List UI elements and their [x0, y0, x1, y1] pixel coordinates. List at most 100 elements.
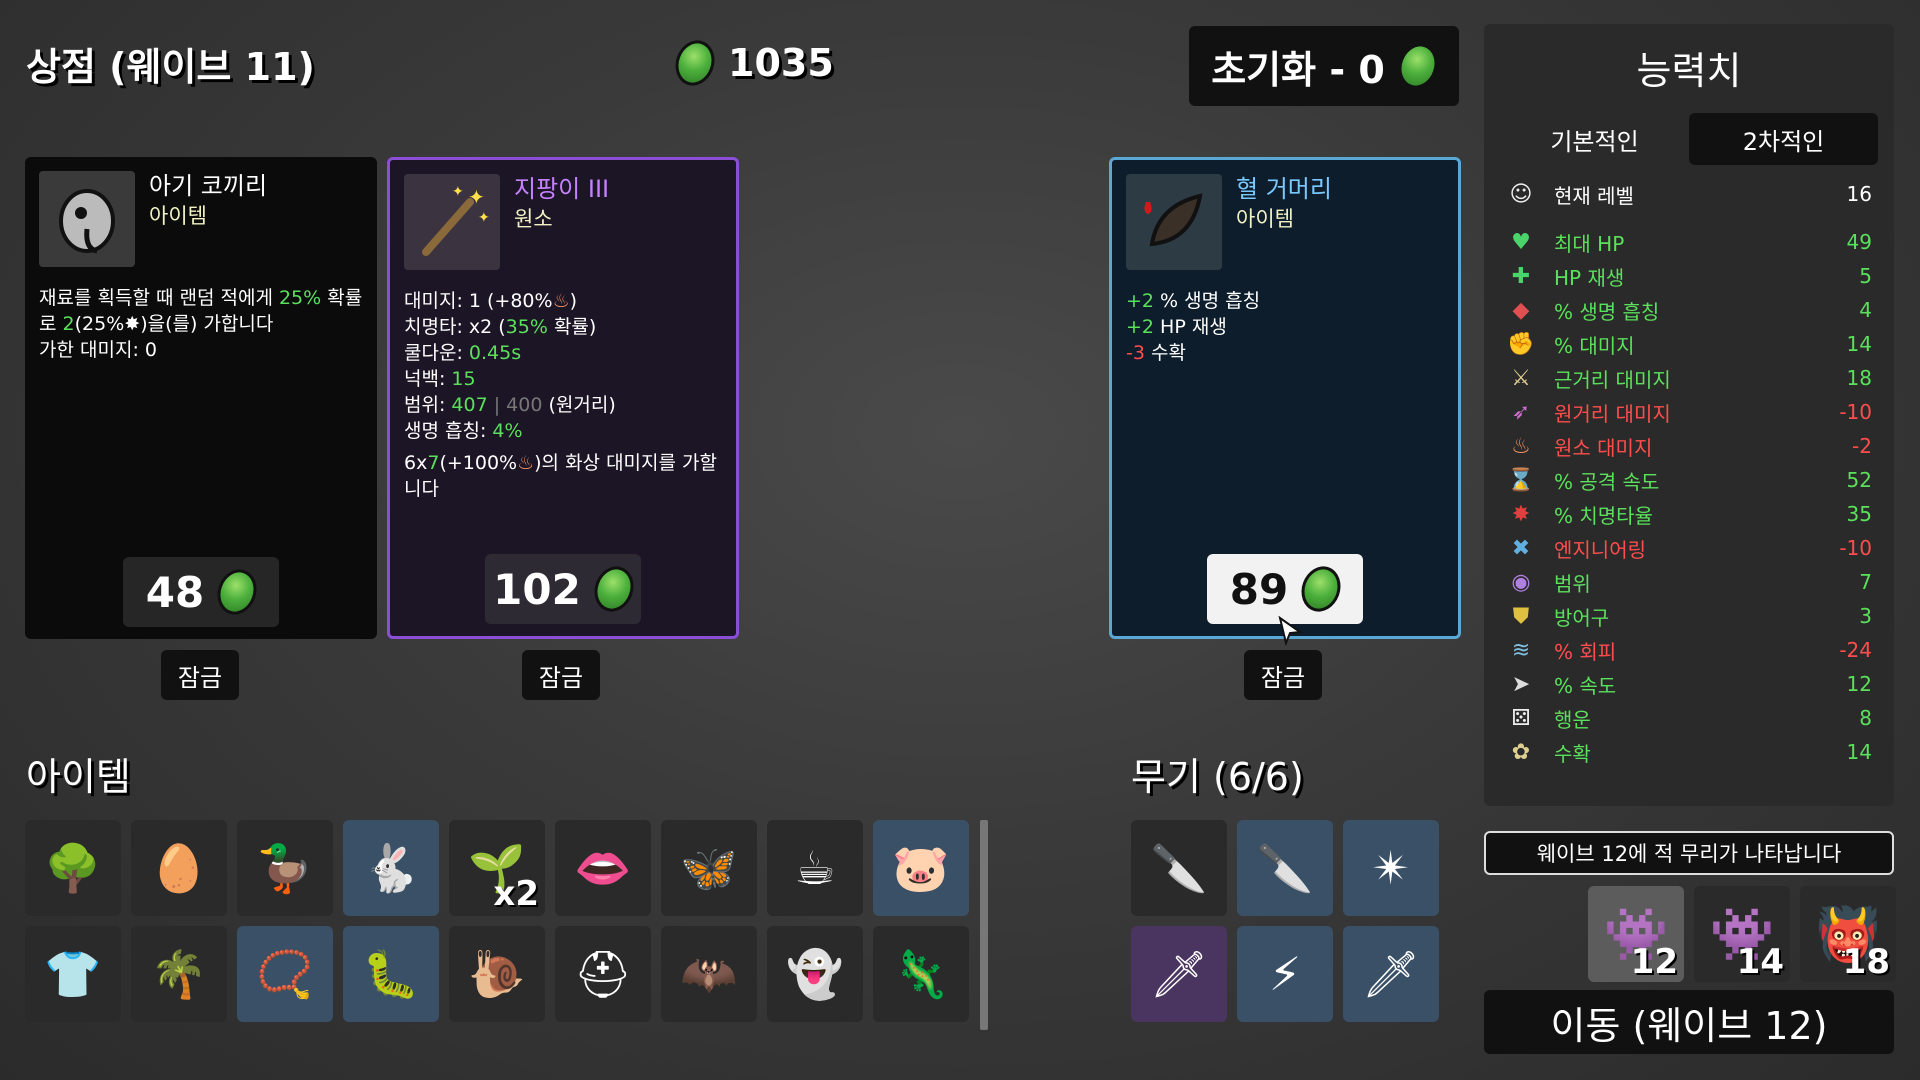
items-grid: 🌳 🥚 🦆 🐇 🌱 x2 👄 🦋 ☕ 🐷 👕 🌴 📿 🐛 🐌 ⛑ 🦇 👻 🦎: [25, 820, 969, 1022]
card-name: 지팡이 III: [514, 175, 610, 203]
items-scrollbar[interactable]: [980, 820, 988, 1030]
price-button[interactable]: 48: [123, 557, 279, 627]
reroll-button[interactable]: 초기화 - 0: [1189, 26, 1459, 106]
stat-name: 방어구: [1554, 605, 1610, 630]
stat-row[interactable]: ♥ 최대 HP 49: [1484, 225, 1894, 259]
item-slot[interactable]: 🦆: [237, 820, 333, 916]
knife-icon: 🗡: [1361, 946, 1421, 1001]
item-slot[interactable]: ☕: [767, 820, 863, 916]
tab-primary-stats[interactable]: 기본적인: [1500, 113, 1689, 165]
stat-name: % 공격 속도: [1554, 469, 1660, 494]
stat-row[interactable]: ➤ % 속도 12: [1484, 667, 1894, 701]
knife-icon: 🗡: [1149, 946, 1209, 1001]
item-slot[interactable]: 🌳: [25, 820, 121, 916]
stat-row[interactable]: ✿ 수확 14: [1484, 735, 1894, 769]
item-slot[interactable]: ⛑: [555, 926, 651, 1022]
stat-value: 8: [1859, 706, 1872, 730]
stat-value: -24: [1839, 638, 1872, 662]
shop-title: 상점 (웨이브 11): [26, 45, 315, 89]
item-slot[interactable]: 👕: [25, 926, 121, 1022]
stat-row-level[interactable]: ☺ 현재 레벨 16: [1484, 177, 1894, 211]
card-name: 혈 거머리: [1236, 175, 1332, 203]
stat-row[interactable]: ✚ HP 재생 5: [1484, 259, 1894, 293]
stat-row[interactable]: ✊ % 대미지 14: [1484, 327, 1894, 361]
item-slot[interactable]: 🦎: [873, 926, 969, 1022]
price-button[interactable]: 102: [485, 554, 641, 624]
blood-leech-icon: [1126, 174, 1222, 270]
stat-row[interactable]: ◉ 범위 7: [1484, 565, 1894, 599]
stat-name: 현재 레벨: [1554, 183, 1634, 208]
damage-icon: ✊: [1507, 331, 1535, 357]
price-button[interactable]: 89: [1207, 554, 1363, 624]
item-slot[interactable]: 🐛: [343, 926, 439, 1022]
weapon-slot[interactable]: 🗡: [1131, 926, 1227, 1022]
svg-text:✦: ✦: [468, 185, 485, 209]
stats-panel: 능력치 기본적인 2차적인 ☺ 현재 레벨 16 ♥ 최대 HP 49 ✚ HP 재생 5…: [1484, 24, 1894, 806]
item-slot[interactable]: 🐌: [449, 926, 545, 1022]
item-slot[interactable]: 👻: [767, 926, 863, 1022]
shop-card-blood-leech[interactable]: 혈 거머리 아이템 +2 % 생명 흡칭 +2 HP 재생 -3 수확 89: [1109, 157, 1461, 646]
stat-row[interactable]: ✸ % 치명타율 35: [1484, 497, 1894, 531]
wand-icon: ✦ ✦ ✦: [404, 174, 500, 270]
stat-value: 35: [1846, 502, 1872, 526]
stat-row[interactable]: ⚄ 행운 8: [1484, 701, 1894, 735]
enemy-preview[interactable]: 👹 18: [1800, 886, 1896, 982]
stat-name: 엔지니어링: [1554, 537, 1646, 562]
speed-icon: ➤: [1511, 671, 1531, 697]
weapon-slot[interactable]: ✴: [1343, 820, 1439, 916]
bat-icon: 🦇: [680, 946, 738, 1001]
lightning-sword-icon: ⚡: [1268, 947, 1302, 1001]
egg-face-icon: 🥚: [150, 840, 208, 895]
stat-name: 범위: [1554, 571, 1591, 596]
weapon-slot[interactable]: ⚡: [1237, 926, 1333, 1022]
stat-value: -10: [1839, 400, 1872, 424]
luck-icon: ⚄: [1511, 705, 1531, 731]
stat-row[interactable]: ≋ % 회피 -24: [1484, 633, 1894, 667]
weapon-slot[interactable]: 🔪: [1237, 820, 1333, 916]
item-slot[interactable]: 🦇: [661, 926, 757, 1022]
weapon-slot[interactable]: 🔪: [1131, 820, 1227, 916]
item-slot[interactable]: 📿: [237, 926, 333, 1022]
materials-value: 1035: [728, 41, 834, 85]
knife-icon: 🔪: [1150, 840, 1208, 895]
stat-row[interactable]: ⚔ 근거리 대미지 18: [1484, 361, 1894, 395]
lock-button[interactable]: 잠금: [1244, 650, 1322, 700]
lifesteal-icon: ◆: [1512, 297, 1530, 323]
tab-secondary-stats[interactable]: 2차적인: [1689, 113, 1878, 165]
lock-button[interactable]: 잠금: [161, 650, 239, 700]
enemy-count: 12: [1630, 942, 1678, 982]
card-type: 원소: [514, 207, 553, 231]
stat-value: -2: [1852, 434, 1872, 458]
enemy-preview[interactable]: 👾 14: [1694, 886, 1790, 982]
palm-tree-icon: 🌴: [150, 946, 208, 1001]
shop-card-baby-elephant[interactable]: 아기 코끼리 아이템 재료를 획득할 때 랜덤 적에게 25% 확률로 2(25…: [25, 157, 377, 639]
go-next-wave-button[interactable]: 이동 (웨이브 12): [1484, 990, 1894, 1054]
weapon-slot[interactable]: 🗡: [1343, 926, 1439, 1022]
helmet-icon: ⛑: [573, 946, 633, 1001]
stat-row[interactable]: ⛊ 방어구 3: [1484, 599, 1894, 633]
item-slot[interactable]: 🐇: [343, 820, 439, 916]
stat-name: % 생명 흡칭: [1554, 299, 1660, 324]
item-slot[interactable]: 🐷: [873, 820, 969, 916]
melee-damage-icon: ⚔: [1511, 365, 1531, 391]
stat-row[interactable]: ➶ 원거리 대미지 -10: [1484, 395, 1894, 429]
shop-card-wand[interactable]: ✦ ✦ ✦ 지팡이 III 원소 대미지: 1 (+80%♨) 치명타: x2 (3…: [387, 157, 739, 639]
item-slot[interactable]: 🥚: [131, 820, 227, 916]
tree-icon: 🌳: [44, 840, 102, 895]
item-slot[interactable]: 🦋: [661, 820, 757, 916]
engineering-mini-icon: ✸: [124, 313, 141, 335]
elemental-mini-icon: ♨: [517, 452, 535, 474]
butterfly-icon: 🦋: [680, 840, 738, 895]
stat-row[interactable]: ◆ % 생명 흡칭 4: [1484, 293, 1894, 327]
reroll-label: 초기화 - 0: [1211, 47, 1385, 92]
stat-row[interactable]: ⌛ % 공격 속도 52: [1484, 463, 1894, 497]
item-slot[interactable]: 🌱 x2: [449, 820, 545, 916]
rubber-duck-icon: 🦆: [256, 840, 314, 895]
stat-row[interactable]: ♨ 원소 대미지 -2: [1484, 429, 1894, 463]
enemy-preview[interactable]: 👾 12: [1588, 886, 1684, 982]
item-slot[interactable]: 🌴: [131, 926, 227, 1022]
stat-row[interactable]: ✖ 엔지니어링 -10: [1484, 531, 1894, 565]
lock-button[interactable]: 잠금: [522, 650, 600, 700]
item-slot[interactable]: 👄: [555, 820, 651, 916]
items-title: 아이템: [26, 755, 131, 799]
